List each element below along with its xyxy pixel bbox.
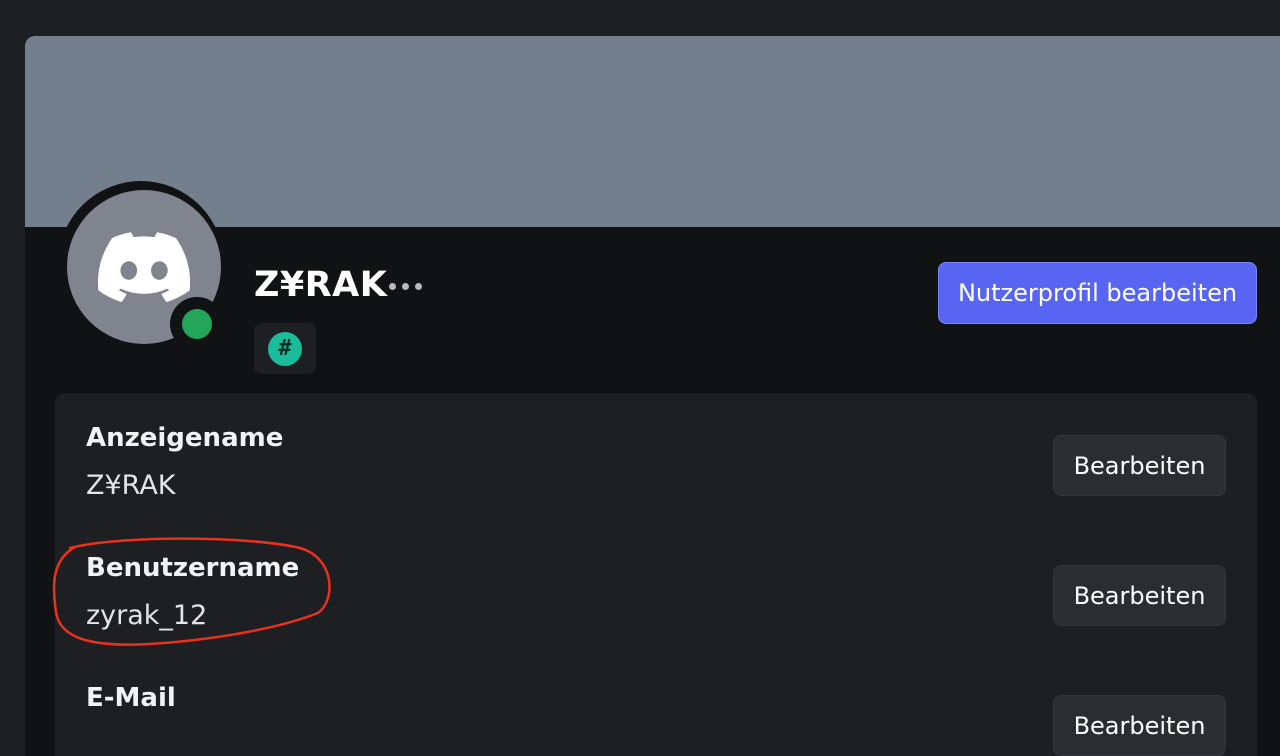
display-name-value: Z¥RAK [86,470,176,501]
edit-user-profile-button[interactable]: Nutzerprofil bearbeiten [938,262,1257,324]
dot [389,282,396,290]
user-profile-card: Z¥RAK # Nutzerprofil bearbeiten Anzeigen… [25,36,1280,756]
display-name-label: Anzeigename [86,423,284,453]
account-info-panel: Anzeigename Z¥RAK Bearbeiten Benutzernam… [55,393,1257,756]
online-status-indicator [182,309,212,339]
email-label: E-Mail [86,683,176,713]
hashtag-badge-icon: # [268,331,302,366]
username-value: zyrak_12 [86,600,208,631]
dot [402,282,409,290]
edit-username-button[interactable]: Bearbeiten [1053,565,1226,626]
profile-display-name: Z¥RAK [254,265,388,305]
dot [415,282,422,290]
more-options-icon[interactable] [389,276,422,296]
edit-email-button[interactable]: Bearbeiten [1053,695,1226,756]
username-label: Benutzername [86,553,300,583]
profile-banner [25,36,1280,227]
discord-logo-icon [98,232,190,302]
edit-display-name-button[interactable]: Bearbeiten [1053,435,1226,496]
badge-container[interactable]: # [254,323,316,374]
